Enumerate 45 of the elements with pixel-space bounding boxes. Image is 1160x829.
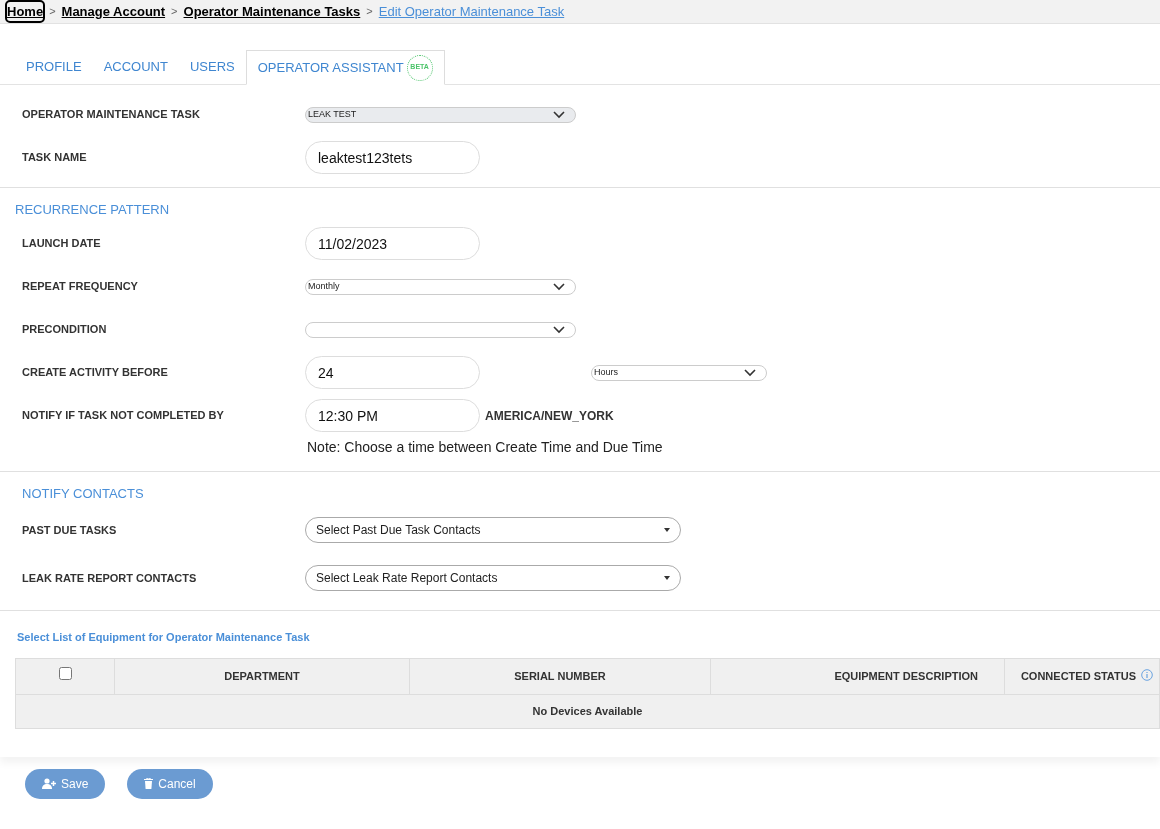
breadcrumb-link[interactable]: Home: [7, 1, 44, 22]
dropdown[interactable]: [305, 321, 576, 338]
field-label: REPEAT FREQUENCY: [22, 279, 139, 295]
input-field[interactable]: leaktest123tets: [305, 141, 480, 174]
field-label: TASK NAME: [22, 150, 88, 166]
tab[interactable]: USERS: [178, 49, 246, 84]
breadcrumb-separator: >: [366, 4, 373, 20]
tab[interactable]: PROFILE: [15, 49, 93, 84]
section-heading: RECURRENCE PATTERN: [14, 201, 171, 220]
equipment-list-title: Select List of Equipment for Operator Maintenance Task: [16, 630, 311, 645]
caret-icon: [664, 528, 670, 532]
breadcrumb-link[interactable]: Manage Account: [61, 1, 166, 22]
field-label: LEAK RATE REPORT CONTACTS: [22, 570, 198, 586]
field-label: LAUNCH DATE: [22, 236, 102, 252]
column-header: EQUIPMENT DESCRIPTION: [710, 658, 1005, 694]
input-field[interactable]: 12:30 PM: [305, 399, 480, 432]
breadcrumb-link[interactable]: Operator Maintenance Tasks: [183, 1, 361, 22]
note-text: Note: Choose a time between Create Time and Due Time: [306, 438, 664, 457]
section-heading: NOTIFY CONTACTS: [21, 485, 145, 504]
breadcrumb-separator: >: [49, 4, 56, 20]
field-label: PAST DUE TASKS: [22, 522, 118, 538]
info-icon[interactable]: [1141, 668, 1153, 681]
field-label: NOTIFY IF TASK NOT COMPLETED BY: [22, 408, 225, 424]
empty-table-message: No Devices Available: [15, 694, 1160, 728]
chevron-down-icon: [553, 282, 565, 291]
dropdown[interactable]: Monthly: [305, 278, 576, 295]
trash-icon: [144, 778, 154, 789]
breadcrumb-separator: >: [171, 4, 178, 20]
column-header: CONNECTED STATUS: [1004, 658, 1160, 694]
chevron-down-icon: [744, 368, 756, 377]
timezone-label: AMERICA/NEW_YORK: [485, 407, 614, 425]
field-label: CREATE ACTIVITY BEFORE: [22, 365, 169, 381]
column-header: DEPARTMENT: [114, 658, 410, 694]
caret-icon: [664, 576, 670, 580]
column-header: SERIAL NUMBER: [409, 658, 711, 694]
select-all-checkbox[interactable]: [58, 667, 72, 681]
input-field[interactable]: 11/02/2023: [305, 227, 480, 260]
dropdown[interactable]: Hours: [591, 364, 767, 381]
tab[interactable]: ACCOUNT: [92, 49, 179, 84]
chevron-down-icon: [553, 325, 565, 334]
field-label: OPERATOR MAINTENANCE TASK: [22, 107, 201, 123]
field-label: PRECONDITION: [22, 322, 108, 338]
input-field[interactable]: 24: [305, 356, 480, 389]
chevron-down-icon: [553, 110, 565, 119]
user-plus-icon: [42, 778, 56, 789]
